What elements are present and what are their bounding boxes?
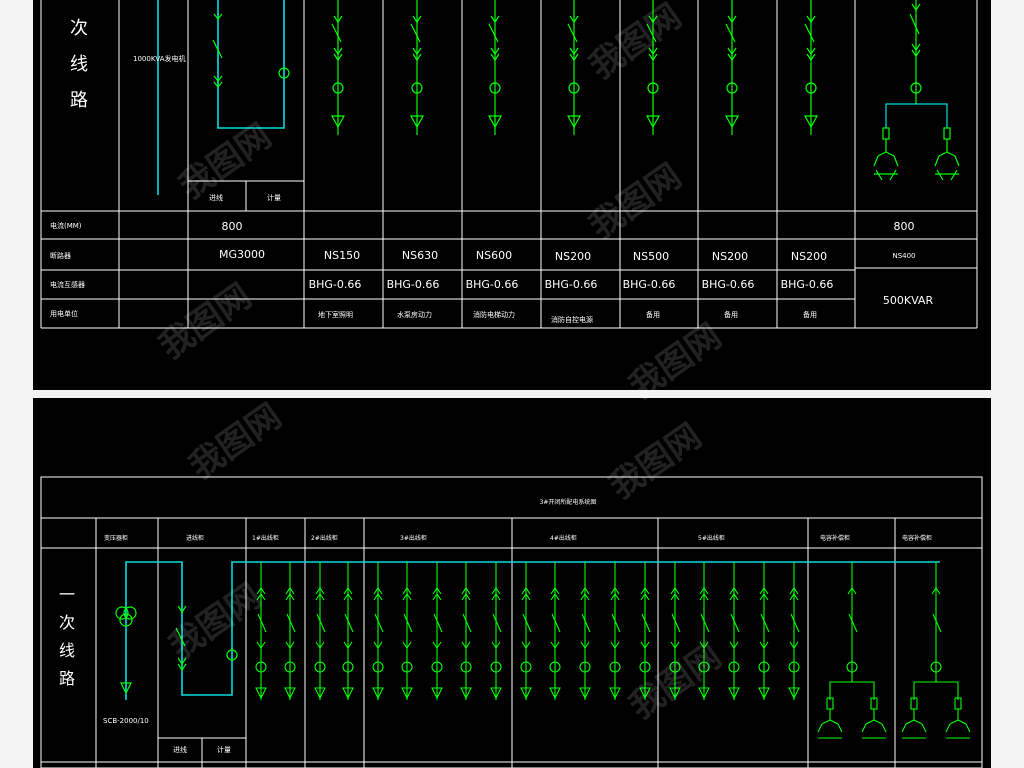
sub-label-metering: 计量 (217, 745, 231, 754)
feeder-circuit (372, 562, 384, 700)
side-title-char-2: 次 (59, 613, 75, 632)
bottom-feeder-circuits (255, 562, 800, 700)
cabinet-header: 5#出线柜 (698, 534, 725, 542)
generator-label: 1000KVA发电机 (133, 54, 186, 63)
usage-label: 消防电梯动力 (473, 310, 515, 319)
watermark-text: 我图网 (582, 0, 688, 87)
watermark-text: 我图网 (622, 316, 728, 407)
watermark-text: 我图网 (162, 576, 268, 667)
bottom-capacitor-banks (817, 562, 971, 739)
main-breaker-model: MG3000 (219, 248, 265, 261)
side-title-char-3: 路 (70, 90, 88, 111)
feeder-circuit (342, 562, 354, 700)
feeder-circuit (255, 562, 267, 700)
ct-model: BHG-0.66 (702, 278, 755, 291)
feeder-circuit (549, 562, 561, 700)
usage-row: 地下室照明 水泵房动力 消防电梯动力 消防自控电源 备用 备用 备用 (318, 310, 817, 324)
cabinet-header: 进线柜 (186, 534, 204, 542)
breaker-model: NS150 (324, 249, 360, 262)
ct-model: BHG-0.66 (309, 278, 362, 291)
breaker-model: NS500 (633, 250, 669, 263)
cabinet-header: 3#出线柜 (400, 534, 427, 542)
watermark-text: 我图网 (182, 396, 288, 487)
feeder-circuit (788, 562, 800, 700)
ct-model: BHG-0.66 (781, 278, 834, 291)
row-header-usage: 用电单位 (50, 309, 78, 318)
bottom-side-title: 一 次 线 路 (59, 585, 75, 688)
ct-model: BHG-0.66 (387, 278, 440, 291)
feeder-circuit (579, 562, 591, 700)
feeder-circuit (284, 562, 296, 700)
top-capacitor-bank (873, 103, 960, 181)
sub-label-incoming: 进线 (173, 745, 187, 754)
transformer-model: SCB-2000/10 (103, 717, 149, 725)
cabinet-header: 1#出线柜 (252, 534, 279, 542)
watermark-text: 我图网 (602, 416, 708, 507)
row-header-breaker: 断路器 (50, 251, 71, 260)
capacitor-rating: 500KVAR (883, 294, 934, 307)
feeder-circuit (431, 562, 443, 700)
ct-models-row: BHG-0.66 BHG-0.66 BHG-0.66 BHG-0.66 BHG-… (309, 278, 834, 291)
side-title-char-1: 次 (70, 18, 88, 39)
breaker-model: NS200 (712, 250, 748, 263)
watermark-layer: 我图网 我图网我图网 我图网我图网 我图网我图网我图网我图网 (152, 0, 728, 727)
usage-label: 地下室照明 (318, 310, 353, 319)
breaker-model: NS600 (476, 249, 512, 262)
feeder-circuit (401, 562, 413, 700)
capacitor-bank (817, 562, 887, 739)
usage-label: 备用 (646, 310, 660, 319)
side-title-char-1: 一 (59, 585, 75, 604)
breaker-model: NS200 (555, 250, 591, 263)
side-title-char-3: 线 (59, 641, 75, 660)
cabinet-header: 变压器柜 (104, 534, 128, 542)
breaker-model-capacitor: NS400 (892, 252, 915, 260)
watermark-text: 我图网 (152, 276, 258, 367)
usage-label: 备用 (803, 310, 817, 319)
row-header-ct: 电流互感器 (50, 280, 85, 289)
cabinet-header: 4#出线柜 (550, 534, 577, 542)
cabinet-header: 电容补偿柜 (902, 534, 932, 542)
sub-label-metering: 计量 (267, 193, 281, 202)
usage-label: 备用 (724, 310, 738, 319)
feeder-circuit (520, 562, 532, 700)
capacitor-bank (901, 562, 971, 739)
breaker-model: NS200 (791, 250, 827, 263)
current-value-capacitor: 800 (894, 220, 915, 233)
feeder-circuit (314, 562, 326, 700)
ct-model: BHG-0.66 (545, 278, 598, 291)
cabinet-header: 电容补偿柜 (820, 534, 850, 542)
watermark-text: 我图网 (582, 156, 688, 247)
cabinet-header: 2#出线柜 (311, 534, 338, 542)
side-title-char-2: 线 (70, 54, 88, 75)
schematic-canvas: 次 线 路 1000KVA发电机 进线 计量 电流(MM) 断路器 电流互感器 … (40, 0, 983, 768)
feeder-circuit (609, 562, 621, 700)
top-side-title: 次 线 路 (70, 18, 88, 111)
side-title-char-4: 路 (59, 669, 75, 688)
feeder-circuit (460, 562, 472, 700)
feeder-circuit (758, 562, 770, 700)
current-value-main: 800 (222, 220, 243, 233)
breaker-model: NS630 (402, 249, 438, 262)
bottom-title: 3#开闭所配电系统图 (540, 498, 597, 506)
ct-model: BHG-0.66 (623, 278, 676, 291)
feeder-circuit (490, 562, 502, 700)
row-header-current: 电流(MM) (50, 221, 82, 230)
usage-label: 水泵房动力 (397, 310, 432, 319)
usage-label: 消防自控电源 (551, 315, 593, 324)
feeder-circuit (728, 562, 740, 700)
ct-model: BHG-0.66 (466, 278, 519, 291)
